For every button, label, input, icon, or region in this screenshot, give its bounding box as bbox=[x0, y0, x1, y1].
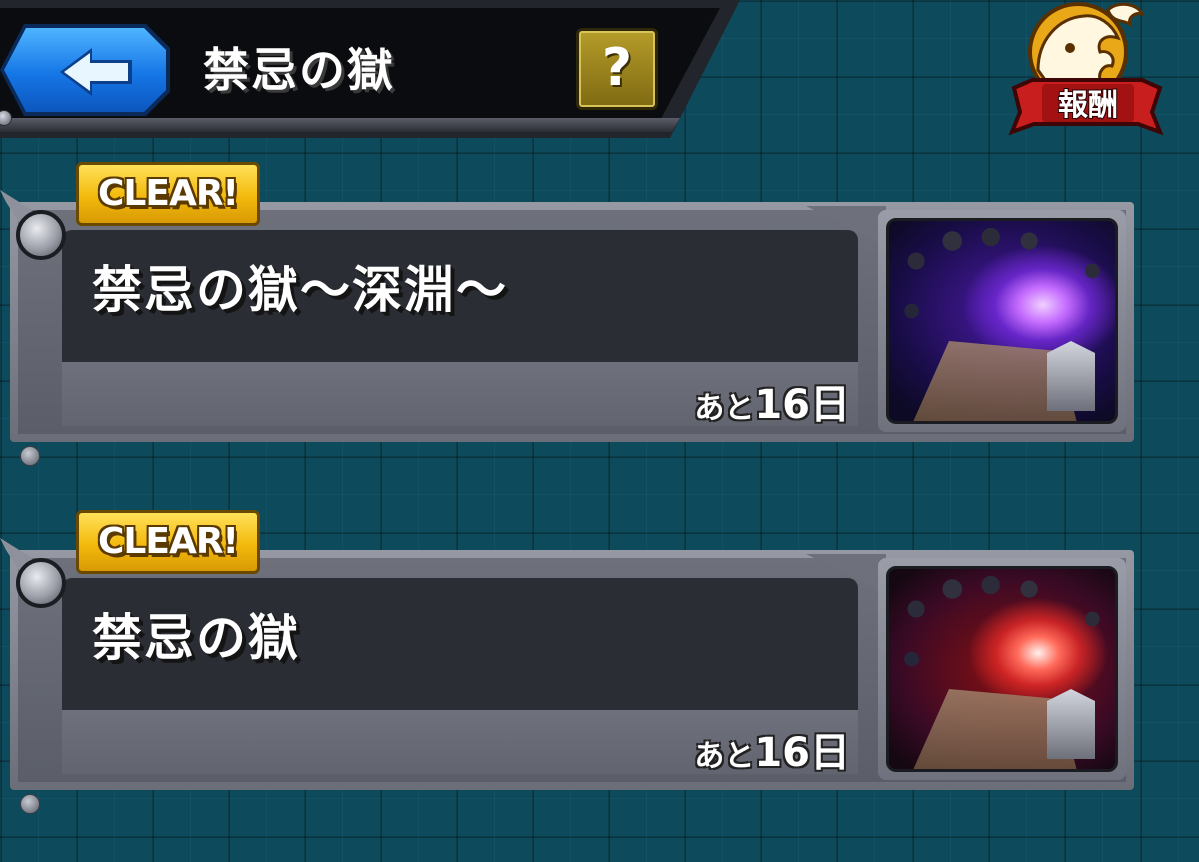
clear-badge: CLEAR! bbox=[76, 162, 260, 226]
remaining-unit: 日 bbox=[810, 730, 850, 776]
remaining-prefix: あと bbox=[694, 739, 755, 774]
clear-badge: CLEAR! bbox=[76, 510, 260, 574]
help-button[interactable]: ? bbox=[576, 28, 658, 110]
remaining-unit: 日 bbox=[810, 382, 850, 428]
thumbnail-block bbox=[1047, 689, 1095, 759]
reward-button[interactable]: 報酬 bbox=[1008, 0, 1164, 142]
screw bbox=[20, 446, 40, 466]
quest-card[interactable]: CLEAR! 禁忌の獄 あと16日 bbox=[0, 510, 1140, 814]
thumbnail-block bbox=[1047, 341, 1095, 411]
remaining-value: 16 bbox=[754, 382, 810, 428]
reward-label: 報酬 bbox=[1058, 88, 1118, 123]
card-pin bbox=[16, 558, 66, 608]
back-arrow-icon bbox=[60, 48, 132, 96]
card-pin bbox=[16, 210, 66, 260]
quest-thumbnail bbox=[886, 566, 1118, 772]
quest-thumbnail bbox=[886, 218, 1118, 424]
quest-card[interactable]: CLEAR! 禁忌の獄〜深淵〜 あと16日 bbox=[0, 162, 1140, 466]
remaining-days: あと16日 bbox=[694, 372, 850, 430]
page-title: 禁忌の獄 bbox=[203, 43, 395, 97]
dragon-emblem-icon: 報酬 bbox=[1008, 2, 1164, 136]
quest-name: 禁忌の獄 bbox=[92, 609, 300, 667]
remaining-days: あと16日 bbox=[694, 720, 850, 778]
quest-name: 禁忌の獄〜深淵〜 bbox=[92, 261, 508, 319]
screw bbox=[20, 794, 40, 814]
question-icon: ? bbox=[601, 38, 633, 98]
back-button[interactable] bbox=[4, 28, 166, 112]
remaining-prefix: あと bbox=[694, 391, 755, 426]
remaining-value: 16 bbox=[754, 730, 810, 776]
header-rim bbox=[0, 118, 680, 132]
